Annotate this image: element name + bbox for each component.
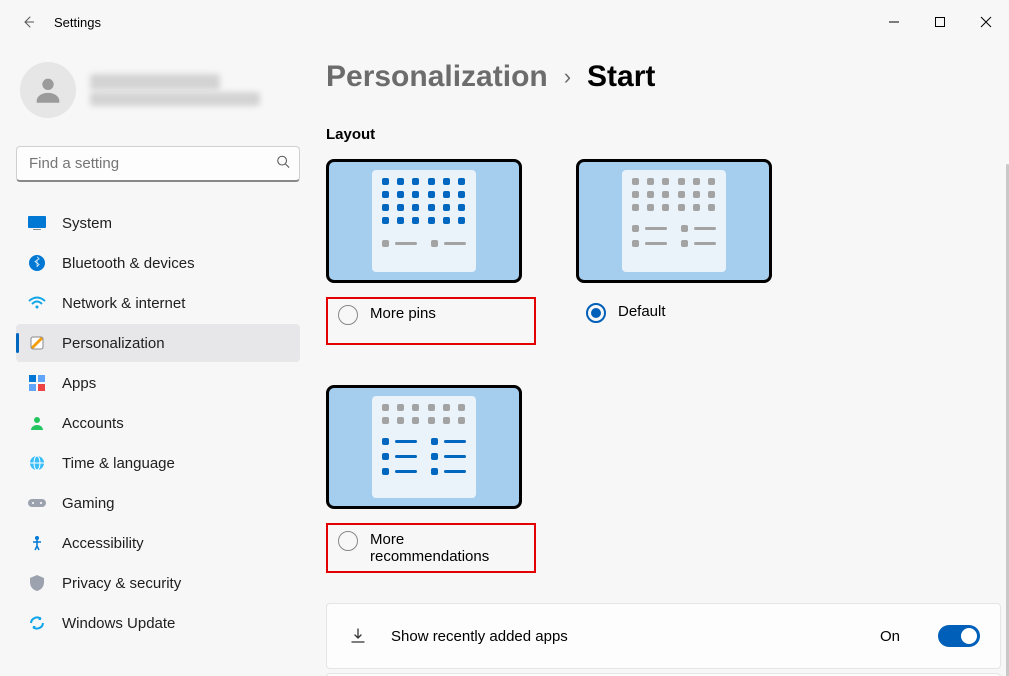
avatar <box>20 62 76 118</box>
nav-item-label: Accounts <box>62 415 124 432</box>
toggle-recently-added[interactable] <box>938 625 980 647</box>
radio-label: More recommendations <box>370 531 524 565</box>
nav-item-label: Bluetooth & devices <box>62 255 195 272</box>
toggle-state: On <box>880 628 900 645</box>
titlebar: Settings <box>0 0 1009 44</box>
nav-privacy[interactable]: Privacy & security <box>16 564 300 602</box>
settings-list: Show recently added apps On Show most us… <box>326 603 1001 676</box>
nav-item-label: System <box>62 215 112 232</box>
bluetooth-icon <box>28 254 46 272</box>
nav-item-label: Personalization <box>62 335 165 352</box>
settings-window: Settings <box>0 0 1009 676</box>
nav-network[interactable]: Network & internet <box>16 284 300 322</box>
nav-accounts[interactable]: Accounts <box>16 404 300 442</box>
globe-icon <box>28 454 46 472</box>
gamepad-icon <box>28 494 46 512</box>
user-email-redacted <box>90 92 260 106</box>
radio-label: Default <box>618 303 666 320</box>
apps-icon <box>28 374 46 392</box>
layout-thumb-more-pins <box>326 159 522 283</box>
nav-time[interactable]: Time & language <box>16 444 300 482</box>
maximize-button[interactable] <box>917 6 963 38</box>
user-profile[interactable] <box>16 56 300 124</box>
window-title: Settings <box>54 15 101 30</box>
nav-update[interactable]: Windows Update <box>16 604 300 642</box>
radio-more-recs[interactable] <box>338 531 358 551</box>
sidebar: System Bluetooth & devices Network & int… <box>0 44 310 676</box>
search-input[interactable] <box>16 146 300 182</box>
layout-thumb-more-recs <box>326 385 522 509</box>
nav-list: System Bluetooth & devices Network & int… <box>16 204 300 642</box>
nav-item-label: Gaming <box>62 495 115 512</box>
row-label: Show recently added apps <box>391 628 858 645</box>
nav-item-label: Accessibility <box>62 535 144 552</box>
nav-item-label: Time & language <box>62 455 175 472</box>
nav-item-label: Apps <box>62 375 96 392</box>
radio-default[interactable] <box>586 303 606 323</box>
main-content: Personalization › Start Layout <box>310 44 1009 676</box>
nav-system[interactable]: System <box>16 204 300 242</box>
row-recently-added[interactable]: Show recently added apps On <box>326 603 1001 669</box>
system-icon <box>28 214 46 232</box>
layout-option-more-pins[interactable]: More pins <box>326 159 536 345</box>
breadcrumb-parent[interactable]: Personalization <box>326 60 548 94</box>
radio-more-pins[interactable] <box>338 305 358 325</box>
nav-item-label: Privacy & security <box>62 575 181 592</box>
close-button[interactable] <box>963 6 1009 38</box>
section-layout-label: Layout <box>326 126 1001 143</box>
download-icon <box>347 625 369 647</box>
nav-bluetooth[interactable]: Bluetooth & devices <box>16 244 300 282</box>
nav-item-label: Windows Update <box>62 615 175 632</box>
nav-accessibility[interactable]: Accessibility <box>16 524 300 562</box>
wifi-icon <box>28 294 46 312</box>
minimize-button[interactable] <box>871 6 917 38</box>
nav-item-label: Network & internet <box>62 295 185 312</box>
breadcrumb-current: Start <box>587 60 655 94</box>
search-icon <box>276 155 290 174</box>
layout-options: More pins <box>326 159 1001 573</box>
layout-option-default[interactable]: Default <box>576 159 772 345</box>
accessibility-icon <box>28 534 46 552</box>
paint-icon <box>28 334 46 352</box>
nav-apps[interactable]: Apps <box>16 364 300 402</box>
user-name-redacted <box>90 74 220 90</box>
breadcrumb: Personalization › Start <box>326 60 1001 94</box>
shield-icon <box>28 574 46 592</box>
nav-gaming[interactable]: Gaming <box>16 484 300 522</box>
back-button[interactable] <box>18 12 38 32</box>
person-icon <box>28 414 46 432</box>
nav-personalization[interactable]: Personalization <box>16 324 300 362</box>
layout-option-more-recs[interactable]: More recommendations <box>326 385 536 573</box>
window-controls <box>871 6 1009 38</box>
radio-label: More pins <box>370 305 436 322</box>
search-box[interactable] <box>16 146 300 182</box>
chevron-right-icon: › <box>564 64 571 90</box>
update-icon <box>28 614 46 632</box>
layout-thumb-default <box>576 159 772 283</box>
